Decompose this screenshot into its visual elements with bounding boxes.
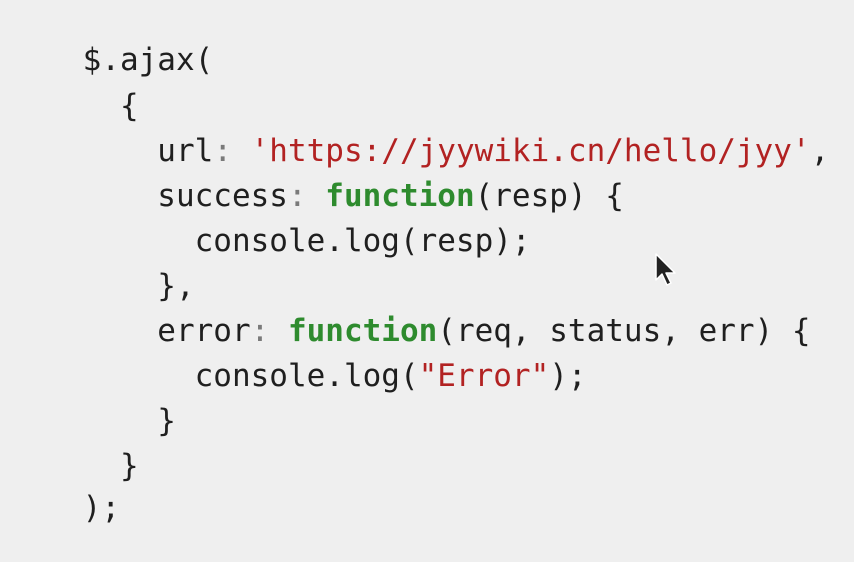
code-token: "Error" bbox=[418, 358, 550, 394]
code-token: ); bbox=[82, 490, 120, 526]
code-token: , bbox=[810, 133, 830, 169]
code-line: ); bbox=[8, 454, 120, 562]
code-snippet: $.ajax( { url: 'https://jyywiki.cn/hello… bbox=[0, 0, 854, 526]
mouse-pointer-icon bbox=[655, 253, 676, 286]
code-token: ); bbox=[549, 358, 587, 394]
